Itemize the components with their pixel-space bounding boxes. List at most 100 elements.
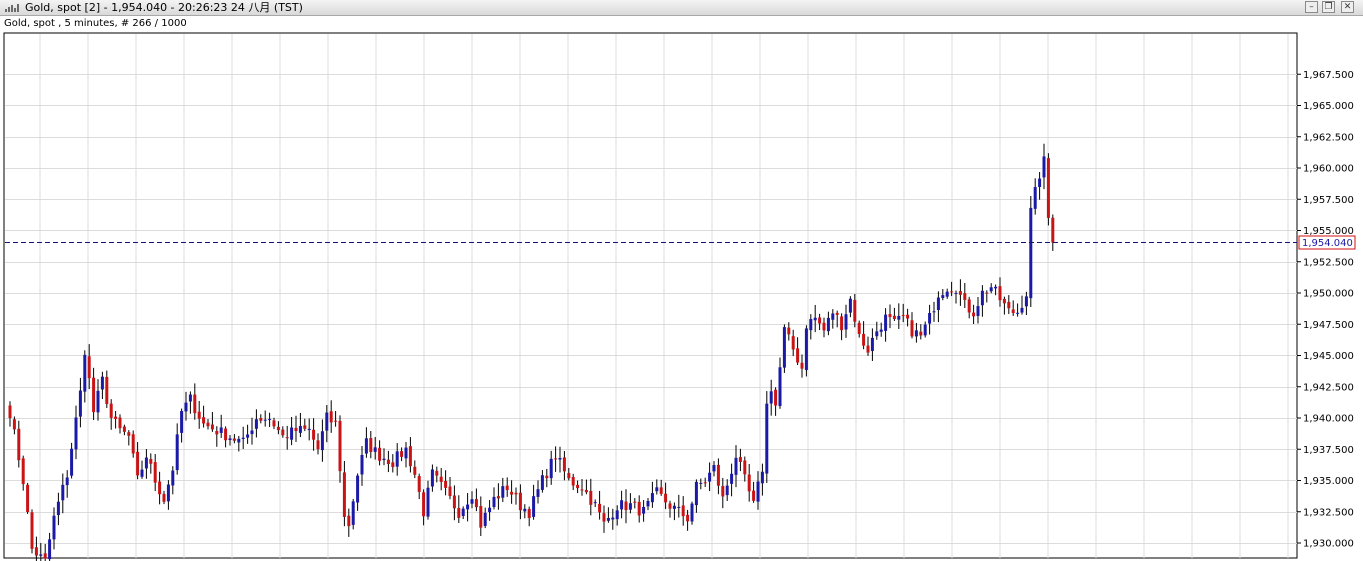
candle-body	[496, 496, 500, 499]
candle-body	[307, 428, 311, 431]
candle-body	[78, 390, 82, 417]
candle-body	[967, 299, 971, 313]
candle-body	[158, 481, 162, 495]
candle-body	[708, 472, 712, 482]
candle-body	[840, 316, 844, 331]
candle-body	[738, 457, 742, 462]
candle-body	[734, 457, 738, 475]
chart-info-label: Gold, spot , 5 minutes, # 266 / 1000	[4, 18, 187, 29]
candle-body	[356, 475, 360, 503]
candle-body	[1029, 207, 1033, 299]
candle-body	[554, 458, 558, 460]
candle-body	[501, 486, 505, 498]
candle-body	[461, 508, 465, 517]
candle-body	[483, 512, 487, 526]
candle-body	[875, 331, 879, 337]
candle-body	[611, 517, 615, 520]
candle-body	[730, 473, 734, 484]
candle-body	[316, 440, 320, 450]
candle-body	[488, 507, 492, 513]
candle-body	[642, 506, 646, 514]
candle-body	[382, 458, 386, 461]
candle-body	[932, 311, 936, 313]
candle-body	[747, 474, 751, 492]
candle-body	[39, 554, 43, 556]
price-tick-label: 1,932.500	[1303, 507, 1354, 518]
candle-body	[153, 462, 157, 483]
minimize-button[interactable]: –	[1305, 1, 1318, 13]
candle-body	[87, 356, 91, 379]
candle-body	[558, 457, 562, 460]
candle-body	[144, 457, 148, 469]
candle-body	[250, 430, 254, 435]
candle-body	[268, 418, 272, 420]
price-tick-label: 1,940.000	[1303, 414, 1354, 425]
plot-area	[3, 32, 1298, 559]
candle-body	[699, 482, 703, 484]
candle-body	[765, 403, 769, 474]
candle-body	[672, 505, 676, 509]
candle-body	[303, 425, 307, 429]
price-tick-label: 1,942.500	[1303, 382, 1354, 393]
candle-body	[677, 506, 681, 508]
restore-button[interactable]: ❐	[1322, 1, 1335, 13]
candle-body	[281, 429, 285, 436]
last-price-label: 1,954.040	[1302, 238, 1353, 249]
candlestick-chart[interactable]: 1,930.000 1,932.500 1,935.000 1,937.500 1,94…	[0, 16, 1363, 561]
candle-body	[1033, 187, 1037, 209]
candle-body	[844, 314, 848, 330]
candle-body	[914, 330, 918, 337]
candle-body	[686, 514, 690, 522]
candle-body	[30, 512, 34, 549]
close-button[interactable]: ✕	[1341, 1, 1354, 13]
candle-body	[92, 377, 96, 413]
candle-body	[83, 354, 87, 392]
price-tick-label: 1,955.000	[1303, 226, 1354, 237]
candle-body	[338, 420, 342, 472]
candle-body	[413, 466, 417, 475]
candle-body	[897, 315, 901, 320]
candle-body	[479, 505, 483, 528]
price-tick-label: 1,965.000	[1303, 101, 1354, 112]
candle-body	[439, 476, 443, 482]
candle-body	[290, 427, 294, 440]
candle-body	[945, 291, 949, 297]
candle-body	[870, 337, 874, 351]
candle-body	[809, 319, 813, 331]
candle-body	[408, 446, 412, 467]
candle-body	[96, 390, 100, 413]
candle-body	[606, 518, 610, 521]
candle-body	[492, 496, 496, 507]
candle-body	[589, 490, 593, 505]
candle-body	[888, 314, 892, 318]
candle-body	[774, 389, 778, 406]
price-tick-label: 1,962.500	[1303, 132, 1354, 143]
candle-body	[417, 476, 421, 492]
candle	[765, 391, 769, 483]
candle-body	[219, 427, 223, 433]
candle-body	[690, 503, 694, 522]
candle-body	[532, 496, 536, 517]
candle-body	[1007, 301, 1011, 309]
candle-body	[17, 428, 21, 461]
candle-body	[545, 475, 549, 479]
candle-body	[334, 420, 338, 422]
candle-body	[796, 348, 800, 363]
candle-body	[1051, 217, 1055, 243]
candle-body	[320, 431, 324, 451]
candle-body	[351, 501, 355, 525]
candle-body	[752, 490, 756, 501]
candle	[804, 325, 808, 377]
candle-body	[510, 491, 514, 495]
candle-body	[12, 419, 16, 430]
candle-body	[756, 481, 760, 502]
candle-body	[791, 336, 795, 350]
candle-body	[48, 539, 52, 560]
candle-body	[928, 313, 932, 324]
candle-body	[866, 345, 870, 353]
candle-body	[364, 438, 368, 454]
candle-body	[778, 367, 782, 407]
candle-body	[127, 432, 131, 436]
candle-body	[175, 434, 179, 471]
price-tick-label: 1,945.000	[1303, 351, 1354, 362]
